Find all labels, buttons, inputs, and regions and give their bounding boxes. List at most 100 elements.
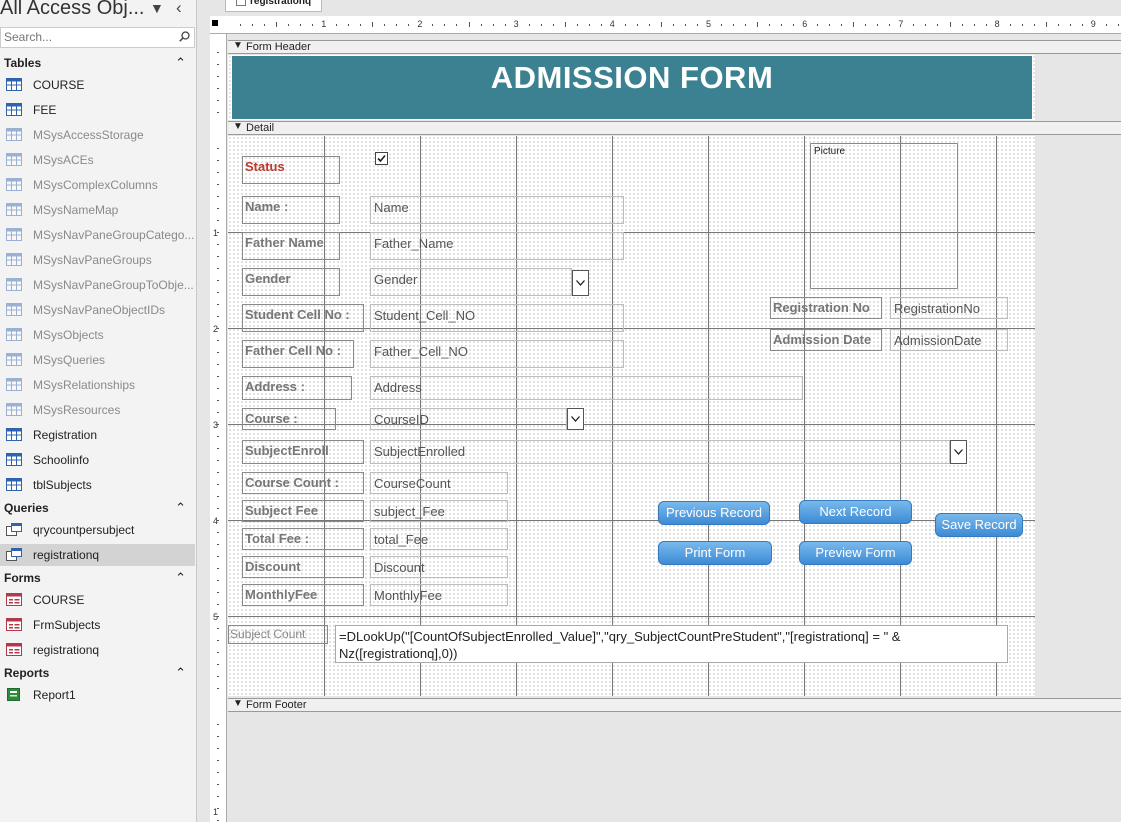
nav-item-table-10[interactable]: MSysObjects [0,324,195,346]
father-name-label[interactable]: Father Name [242,232,340,260]
ruler-tick [217,184,219,185]
print-form-button[interactable]: Print Form [658,541,772,565]
address-label[interactable]: Address : [242,376,352,400]
father-cell-label[interactable]: Father Cell No : [242,340,354,368]
father-cell-textbox[interactable]: Father_Cell_NO [370,340,624,368]
previous-record-button[interactable]: Previous Record [658,501,770,525]
nav-item-table-2[interactable]: MSysAccessStorage [0,124,195,146]
name-textbox[interactable]: Name [370,196,624,224]
registration-no-textbox[interactable]: RegistrationNo [890,297,1008,319]
save-record-button[interactable]: Save Record [935,513,1023,537]
tab-registrationq[interactable]: registrationq [225,0,323,12]
nav-group-queries[interactable]: Queries ⌃ [4,500,192,516]
preview-form-button[interactable]: Preview Form [799,541,912,565]
course-label[interactable]: Course : [242,408,336,430]
subject-enroll-dropdown-button[interactable] [950,440,967,464]
table-icon [6,278,22,291]
ruler-number: 1 [213,228,219,238]
ruler-corner-selector[interactable] [212,20,218,26]
picture-control[interactable]: Picture [810,143,958,289]
nav-item-form-0[interactable]: COURSE [0,589,195,611]
address-textbox[interactable]: Address [370,376,803,400]
nav-group-tables[interactable]: Tables ⌃ [4,55,192,71]
nav-item-table-1[interactable]: FEE [0,99,195,121]
nav-group-reports[interactable]: Reports ⌃ [4,665,192,681]
nav-item-table-8[interactable]: MSysNavPaneGroupToObje... [0,274,195,296]
nav-item-form-1[interactable]: FrmSubjects [0,614,195,636]
search-input[interactable] [1,28,171,46]
discount-label[interactable]: Discount [242,556,364,578]
nav-group-forms[interactable]: Forms ⌃ [4,570,192,586]
nav-item-table-0[interactable]: COURSE [0,74,195,96]
nav-item-table-15[interactable]: Schoolinfo [0,449,195,471]
nav-item-table-3[interactable]: MSysACEs [0,149,195,171]
nav-item-table-5[interactable]: MSysNameMap [0,199,195,221]
subject-fee-label[interactable]: Subject Fee [242,500,364,522]
nav-collapse-icon[interactable]: ‹ [176,0,182,18]
document-tab-bar: registrationq [205,0,1121,12]
father-name-textbox[interactable]: Father_Name [370,232,624,260]
nav-pane-title[interactable]: All Access Obj... [0,0,145,20]
grid-line [996,136,997,696]
subject-count-expression-textbox[interactable]: =DLookUp("[CountOfSubjectEnrolled_Value]… [335,625,1008,663]
ruler-tick [217,472,219,473]
student-cell-label[interactable]: Student Cell No : [242,304,364,332]
ruler-tick [217,436,219,437]
monthly-fee-textbox[interactable]: MonthlyFee [370,584,508,606]
section-arrow-icon: ▼ [233,121,243,132]
monthly-fee-label[interactable]: MonthlyFee [242,584,364,606]
ruler-number: 4 [213,516,219,526]
course-combobox[interactable]: CourseID [370,408,567,430]
ruler-tick [217,52,219,53]
subject-fee-textbox[interactable]: subject_Fee [370,500,508,522]
nav-item-table-6[interactable]: MSysNavPaneGroupCatego... [0,224,195,246]
nav-item-form-2[interactable]: registrationq [0,639,195,661]
detail-section-bar[interactable]: ▼ Detail [228,121,1121,135]
registration-no-label[interactable]: Registration No [770,297,882,319]
course-count-textbox[interactable]: CourseCount [370,472,508,494]
nav-item-table-16[interactable]: tblSubjects [0,474,195,496]
gender-label[interactable]: Gender [242,268,340,296]
nav-item-table-13[interactable]: MSysResources [0,399,195,421]
student-cell-textbox[interactable]: Student_Cell_NO [370,304,624,332]
form-header-section-bar[interactable]: ▼ Form Header [228,40,1121,54]
nav-item-table-14[interactable]: Registration [0,424,195,446]
grid-line [708,136,709,696]
ruler-tick [348,24,350,26]
horizontal-ruler: 1 2 3 4 5 6 7 8 9 [210,16,1121,34]
subject-count-label[interactable]: Subject Count [228,625,328,644]
nav-item-table-9[interactable]: MSysNavPaneObjectIDs [0,299,195,321]
form-title[interactable]: ADMISSION FORM [232,60,1032,96]
nav-menu-dropdown-icon[interactable]: ▼ [150,0,164,16]
chevron-up-icon[interactable]: ⌃ [175,570,186,586]
next-record-button[interactable]: Next Record [799,500,912,524]
nav-item-table-7[interactable]: MSysNavPaneGroups [0,249,195,271]
admission-date-label[interactable]: Admission Date [770,329,882,351]
search-icon[interactable] [179,31,190,42]
course-count-label[interactable]: Course Count : [242,472,364,494]
admission-date-textbox[interactable]: AdmissionDate [890,329,1008,351]
section-arrow-icon: ▼ [233,40,243,51]
ruler-tick [217,208,219,209]
discount-textbox[interactable]: Discount [370,556,508,578]
chevron-up-icon[interactable]: ⌃ [175,500,186,516]
nav-item-querie-0[interactable]: qrycountpersubject [0,519,195,541]
total-fee-textbox[interactable]: total_Fee [370,528,508,550]
nav-item-table-11[interactable]: MSysQueries [0,349,195,371]
nav-item-querie-1[interactable]: registrationq [0,544,195,566]
total-fee-label[interactable]: Total Fee : [242,528,364,550]
status-checkbox[interactable] [375,152,388,165]
name-label[interactable]: Name : [242,196,340,224]
status-label[interactable]: Status [242,156,340,184]
subject-enroll-combobox[interactable]: SubjectEnrolled [370,440,950,464]
form-footer-section-bar[interactable]: ▼ Form Footer [228,698,1121,712]
gender-combobox[interactable]: Gender [370,268,572,296]
subject-enroll-label[interactable]: SubjectEnroll [242,440,364,464]
course-dropdown-button[interactable] [567,408,584,430]
gender-dropdown-button[interactable] [572,270,589,296]
nav-item-table-4[interactable]: MSysComplexColumns [0,174,195,196]
nav-item-table-12[interactable]: MSysRelationships [0,374,195,396]
nav-item-report-0[interactable]: Report1 [0,684,195,706]
chevron-up-icon[interactable]: ⌃ [175,55,186,71]
chevron-up-icon[interactable]: ⌃ [175,665,186,681]
